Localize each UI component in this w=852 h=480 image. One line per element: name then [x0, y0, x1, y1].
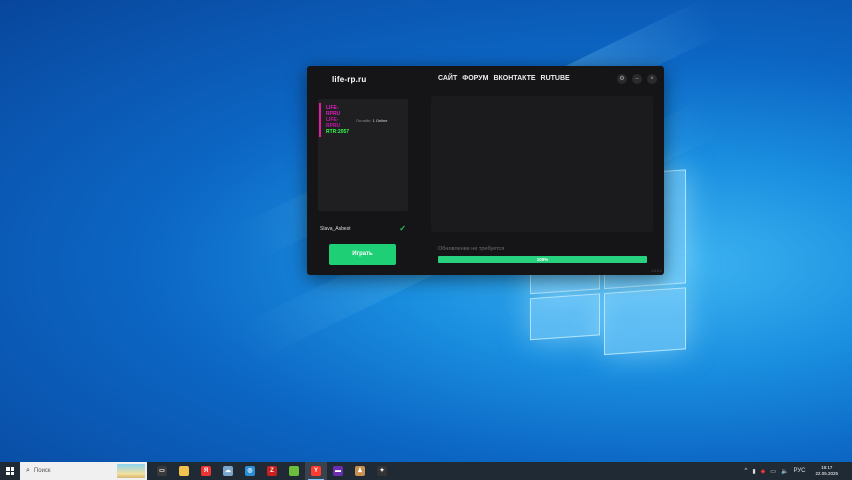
clock[interactable]: 19:17 22.05.2025: [815, 465, 838, 477]
tray-overflow-icon[interactable]: ^: [745, 468, 748, 474]
taskbar-app[interactable]: ☁: [217, 462, 239, 480]
file-explorer-icon: [179, 466, 189, 476]
game-icon: ♟: [355, 466, 365, 476]
language-indicator[interactable]: РУС: [793, 468, 805, 474]
launcher-logo: life-rp.ru: [332, 75, 367, 84]
server-logo-text: LIFE-RPRU: [326, 105, 341, 117]
filezilla-icon: Z: [267, 466, 277, 476]
taskbar-app[interactable]: ✦: [371, 462, 393, 480]
app-icon: ◎: [245, 466, 255, 476]
launcher-window: life-rp.ru САЙТ ФОРУМ ВКОНТАКТЕ RUTUBE ⚙…: [307, 66, 664, 275]
microphone-icon[interactable]: ▮: [752, 468, 755, 475]
online-label: Онлайн:: [356, 117, 372, 123]
minimize-icon[interactable]: –: [632, 74, 642, 84]
window-controls: ⚙ – ×: [617, 74, 657, 84]
taskbar-app[interactable]: ▬: [327, 462, 349, 480]
cloud-icon: ☁: [223, 466, 233, 476]
yandex-browser-icon: Y: [311, 466, 321, 476]
taskbar-search[interactable]: ⌕ Поиск: [20, 462, 147, 480]
server-online: Онлайн: 1 Online: [356, 118, 387, 123]
taskbar-app[interactable]: ▭: [151, 462, 173, 480]
yandex-icon: Я: [201, 466, 211, 476]
clock-date: 22.05.2025: [815, 471, 838, 476]
version-label: 1.0.0.0: [651, 269, 662, 273]
progress-bar: 100%: [438, 256, 647, 263]
windows-icon: [6, 467, 14, 475]
taskbar-app[interactable]: [173, 462, 195, 480]
taskbar-app[interactable]: [283, 462, 305, 480]
taskbar-app[interactable]: Z: [261, 462, 283, 480]
nav-site-link[interactable]: САЙТ: [438, 75, 457, 82]
server-logo: LIFE-RPRU LIFE-RPRU RTR:2057: [326, 105, 352, 135]
server-logo-text: LIFE-RPRU: [326, 117, 341, 129]
launcher-nav: САЙТ ФОРУМ ВКОНТАКТЕ RUTUBE: [438, 75, 570, 82]
news-panel: [431, 96, 653, 232]
system-tray: ^ ▮ ◆ ▭ 🔈 РУС 19:17 22.05.2025: [740, 462, 852, 480]
search-placeholder: Поиск: [33, 468, 51, 474]
logo-pane: [530, 293, 600, 341]
username: Slava_Asbest: [320, 225, 351, 232]
settings-icon[interactable]: ⚙: [617, 74, 627, 84]
taskbar-apps: ▭ Я ☁ ◎ Z Y ▬ ♟ ✦: [151, 462, 393, 480]
check-icon: ✓: [399, 224, 406, 233]
taskbar-app[interactable]: Y: [305, 462, 327, 480]
account-row[interactable]: Slava_Asbest ✓: [320, 224, 406, 233]
taskbar-app[interactable]: ◎: [239, 462, 261, 480]
volume-icon[interactable]: 🔈: [781, 468, 788, 475]
progress-label: 100%: [536, 257, 549, 262]
search-highlight-image: [117, 464, 145, 478]
antivirus-icon[interactable]: ◆: [761, 468, 766, 475]
start-button[interactable]: [0, 462, 20, 480]
nav-forum-link[interactable]: ФОРУМ: [462, 75, 488, 82]
launcher-icon: ▬: [333, 466, 343, 476]
taskbar-app[interactable]: Я: [195, 462, 217, 480]
server-card[interactable]: LIFE-RPRU LIFE-RPRU RTR:2057 Онлайн: 1 O…: [319, 103, 409, 137]
play-button[interactable]: Играть: [329, 244, 396, 265]
search-icon: ⌕: [26, 467, 30, 474]
logo-pane: [604, 287, 686, 356]
update-status: Обновление не требуется: [438, 246, 505, 252]
notepad-icon: [289, 466, 299, 476]
server-list: LIFE-RPRU LIFE-RPRU RTR:2057 Онлайн: 1 O…: [318, 99, 408, 211]
nav-vk-link[interactable]: ВКОНТАКТЕ: [493, 75, 535, 82]
nav-rutube-link[interactable]: RUTUBE: [541, 75, 570, 82]
taskbar: ⌕ Поиск ▭ Я ☁ ◎ Z Y ▬ ♟ ✦ ^ ▮ ◆ ▭ 🔈 РУС 19:17 22…: [0, 462, 852, 480]
network-icon[interactable]: ▭: [770, 468, 776, 475]
close-icon[interactable]: ×: [647, 74, 657, 84]
online-value: 1 Online: [372, 117, 388, 123]
server-logo-text: RTR:2057: [326, 129, 350, 135]
task-view-icon: ▭: [157, 466, 167, 476]
taskbar-app[interactable]: ♟: [349, 462, 371, 480]
rockstar-icon: ✦: [377, 466, 387, 476]
